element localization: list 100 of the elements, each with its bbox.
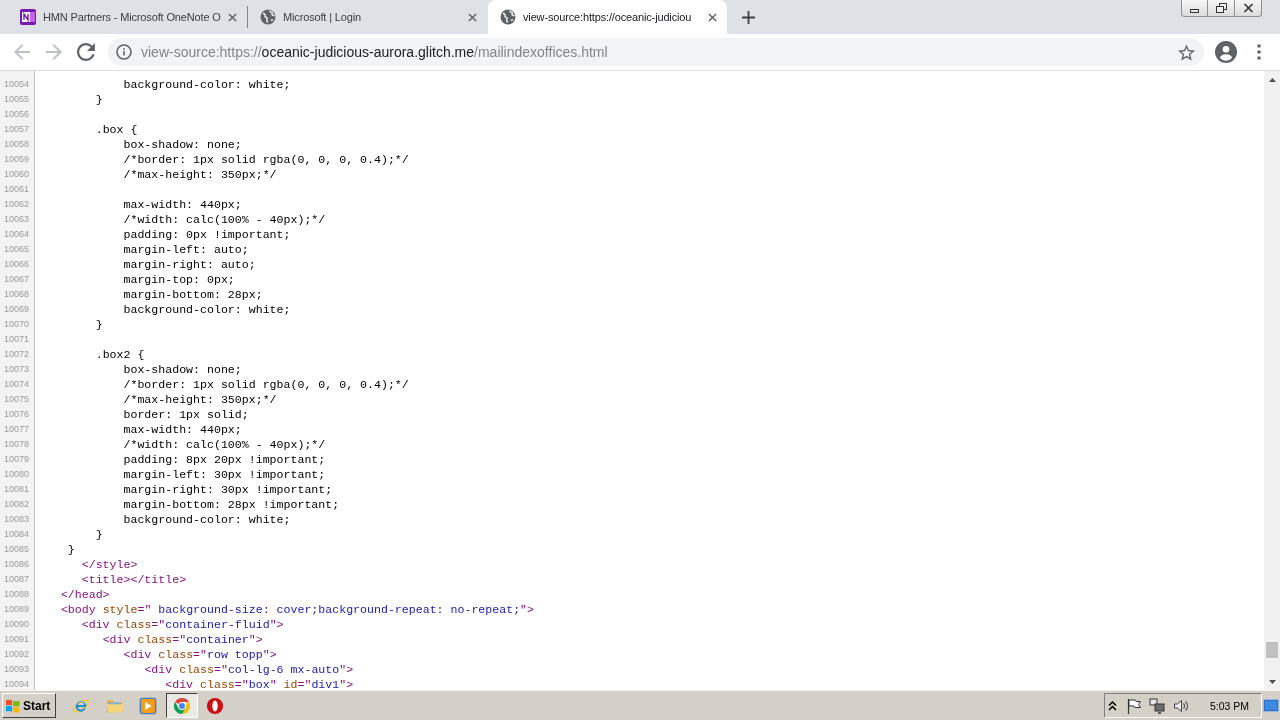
line-number: 10065 <box>4 244 30 254</box>
code-line: } <box>95 528 103 541</box>
close-icon <box>467 12 477 22</box>
line-number: 10076 <box>4 409 30 419</box>
code-line: <div class="container"> <box>102 633 263 646</box>
code-line: /*border: 1px solid rgba(0, 0, 0, 0.4);*/ <box>123 378 409 391</box>
close-button[interactable] <box>1235 0 1262 17</box>
line-number: 10066 <box>4 259 30 269</box>
code-line: .box2 { <box>95 348 145 361</box>
profile-button[interactable] <box>1212 38 1240 66</box>
line-number: 10087 <box>4 574 30 584</box>
speaker-icon[interactable] <box>1172 697 1189 714</box>
browser-tab[interactable]: HMN Partners - Microsoft OneNote O <box>8 0 247 34</box>
chevron-up-icon[interactable] <box>1107 700 1117 711</box>
scroll-up-button[interactable] <box>1264 71 1280 88</box>
restore-icon <box>1215 3 1227 13</box>
scroll-thumb[interactable] <box>1266 642 1278 658</box>
line-number: 10074 <box>4 379 30 389</box>
network-icon[interactable] <box>1148 697 1165 714</box>
ring-logo-icon <box>206 696 224 715</box>
code-line: <body style=" background-size: cover;background-repeat: no-repeat;"> <box>60 603 534 616</box>
line-number: 10073 <box>4 364 30 374</box>
code-line: max-width: 440px; <box>123 198 242 211</box>
code-line: </head> <box>60 588 110 601</box>
code-line: /*width: calc(100% - 40px);*/ <box>123 438 326 451</box>
scroll-down-button[interactable] <box>1264 673 1280 690</box>
browser-tab[interactable]: Microsoft | Login <box>248 0 487 34</box>
code-line: padding: 8px 20px !important; <box>123 453 326 466</box>
user-silhouette-icon <box>1215 41 1237 63</box>
code-line: /*border: 1px solid rgba(0, 0, 0, 0.4);*/ <box>123 153 409 166</box>
desktop-icon <box>1263 699 1279 712</box>
line-number: 10068 <box>4 289 30 299</box>
code-line: <div class="row topp"> <box>123 648 277 661</box>
code-line: .box { <box>95 123 138 136</box>
start-button[interactable]: Start <box>2 693 56 718</box>
line-number: 10085 <box>4 544 30 554</box>
forward-arrow-icon <box>46 44 62 60</box>
line-number: 10054 <box>4 79 30 89</box>
code-line: margin-bottom: 28px !important; <box>123 498 340 511</box>
clock-text[interactable]: 5:03 PM <box>1209 699 1249 712</box>
line-number: 10057 <box>4 124 30 134</box>
line-number: 10064 <box>4 229 30 239</box>
info-icon[interactable] <box>116 44 132 60</box>
minimize-button[interactable] <box>1181 0 1208 17</box>
code-line: } <box>95 318 103 331</box>
back-arrow-icon <box>14 44 30 60</box>
globe-icon <box>260 9 276 25</box>
code-line: } <box>67 543 75 556</box>
code-line: margin-bottom: 28px; <box>123 288 263 301</box>
restore-button[interactable] <box>1208 0 1235 17</box>
browser-tab[interactable]: view-source:https://oceanic-judiciou <box>488 0 727 34</box>
round-logo-icon <box>172 696 191 715</box>
four-pane-flag-icon <box>5 698 21 713</box>
line-number: 10078 <box>4 439 30 449</box>
code-line: margin-top: 0px; <box>123 273 235 286</box>
line-number: 10069 <box>4 304 30 314</box>
caret-up-icon <box>1268 77 1276 82</box>
caret-down-icon <box>1268 679 1276 684</box>
line-number: 10072 <box>4 349 30 359</box>
code-line: margin-left: 30px !important; <box>123 468 326 481</box>
line-number: 10075 <box>4 394 30 404</box>
taskbar-button[interactable] <box>165 693 198 718</box>
line-number: 10093 <box>4 664 30 674</box>
line-number: 10077 <box>4 424 30 434</box>
address-bar[interactable]: view-source:https://oceanic-judicious-aurora.glitch.me/mailindexoffices.html <box>108 38 1204 66</box>
line-number: 10081 <box>4 484 30 494</box>
code-line: max-width: 440px; <box>123 423 242 436</box>
code-line: margin-left: auto; <box>123 243 249 256</box>
code-line: <div class="col-lg-6 mx-auto"> <box>144 663 354 676</box>
line-number: 10082 <box>4 499 30 509</box>
menu-dots-icon <box>1257 44 1261 60</box>
code-line: /*max-height: 350px;*/ <box>123 168 277 181</box>
line-number: 10092 <box>4 649 30 659</box>
globe-icon <box>500 9 516 25</box>
line-number: 10070 <box>4 319 30 329</box>
code-line: box-shadow: none; <box>123 138 242 151</box>
code-line: /*width: calc(100% - 40px);*/ <box>123 213 326 226</box>
flag-icon[interactable] <box>1125 697 1142 714</box>
line-number: 10089 <box>4 604 30 614</box>
code-line: <div class="box" id="div1"> <box>165 678 354 690</box>
line-number: 10079 <box>4 454 30 464</box>
code-line: background-color: white; <box>123 303 291 316</box>
line-number: 10094 <box>4 679 30 689</box>
line-number: 10083 <box>4 514 30 524</box>
plus-icon <box>741 10 755 24</box>
line-number: 10086 <box>4 559 30 569</box>
code-line: } <box>95 93 103 106</box>
line-number: 10091 <box>4 634 30 644</box>
line-number: 10063 <box>4 214 30 224</box>
line-number: 10088 <box>4 589 30 599</box>
code-line: background-color: white; <box>123 78 291 91</box>
code-line: background-color: white; <box>123 513 291 526</box>
close-icon <box>227 12 237 22</box>
line-number: 10058 <box>4 139 30 149</box>
star-outline-icon <box>1177 43 1195 61</box>
line-number: 10060 <box>4 169 30 179</box>
code-line: padding: 0px !important; <box>123 228 291 241</box>
play-icon <box>139 696 157 715</box>
line-number: 10071 <box>4 334 30 344</box>
line-number: 10056 <box>4 109 30 119</box>
